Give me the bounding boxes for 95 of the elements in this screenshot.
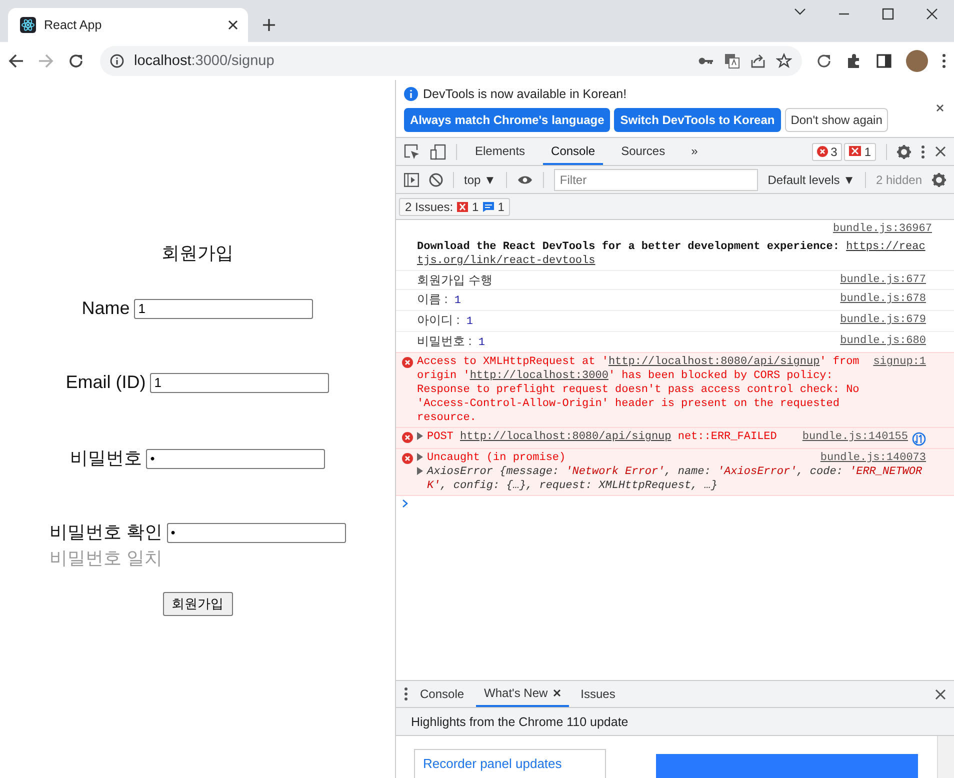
drawer-tab[interactable]: Issues (572, 681, 624, 707)
message-text: Uncaught (in promise) (427, 451, 567, 465)
message-text: 아이디 : 1 (417, 313, 474, 329)
key-icon[interactable] (698, 56, 714, 66)
prompt-chevron-icon (402, 499, 408, 508)
signup-title: 회원가입 (160, 242, 234, 265)
source-link[interactable]: bundle.js:36967 (408, 222, 932, 236)
source-link[interactable]: bundle.js:680 (840, 334, 926, 348)
error-icon (402, 432, 413, 443)
expand-triangle-icon[interactable] (417, 432, 423, 440)
address-bar[interactable]: localhost:3000/signup (100, 46, 802, 76)
close-icon[interactable] (228, 20, 238, 30)
expand-triangle-icon[interactable] (417, 467, 423, 475)
reload-icon[interactable] (68, 53, 84, 69)
issue-icon (457, 202, 468, 212)
password-field[interactable]: • (166, 522, 346, 542)
field-label: Email (ID) (66, 372, 146, 392)
source-link[interactable]: bundle.js:677 (840, 273, 926, 287)
message-text: 비밀번호 : 1 (417, 334, 486, 350)
more-vertical-icon[interactable] (942, 53, 946, 69)
network-request-icon[interactable] (912, 432, 926, 446)
context-selector[interactable]: top ▼ (464, 172, 496, 186)
close-icon[interactable] (926, 8, 938, 20)
hidden-count: 2 hidden (876, 172, 922, 186)
source-link[interactable]: bundle.js:679 (840, 313, 926, 327)
scrollbar[interactable] (937, 736, 954, 778)
info-circle-icon (110, 54, 124, 68)
settings-icon[interactable] (932, 172, 946, 186)
source-link[interactable]: signup:1 (873, 355, 926, 369)
banner-message: DevTools is now available in Korean! (423, 87, 627, 101)
filter-field[interactable]: Filter (554, 168, 758, 190)
expand-triangle-icon[interactable] (417, 453, 423, 461)
password-field[interactable]: • (146, 448, 326, 468)
match-message: 비밀번호 일치 (49, 547, 164, 570)
field-label: Name (82, 298, 130, 318)
clear-console-icon[interactable] (429, 172, 443, 186)
close-icon[interactable] (936, 104, 944, 112)
maximize-icon[interactable] (882, 8, 894, 20)
whats-new-heading: Highlights from the Chrome 110 update (396, 708, 954, 736)
panel-tab[interactable]: Elements (467, 138, 534, 165)
info-message-icon (482, 202, 494, 212)
profile-avatar[interactable] (906, 50, 928, 72)
sidebar-toggle-icon[interactable] (404, 172, 419, 186)
issue-counter[interactable]: 1 (844, 142, 876, 160)
drawer-tab[interactable]: Console (412, 681, 472, 707)
message-text: 회원가입 수행 (417, 273, 494, 287)
url-text: localhost:3000/signup (134, 53, 276, 69)
feature-card[interactable]: Recorder panel updates (414, 749, 606, 778)
panel-tab[interactable]: Sources (613, 138, 674, 165)
message-text: POST http://localhost:8080/api/signup net::ERR_FAILED (427, 430, 778, 444)
message-text: 이름 : 1 (417, 292, 462, 308)
close-icon[interactable] (935, 688, 946, 700)
info-icon (404, 87, 418, 101)
browser-tab[interactable]: React App (8, 8, 248, 42)
more-tabs[interactable]: » (683, 138, 706, 165)
error-counter[interactable]: 3 (812, 142, 842, 160)
issue-icon (849, 146, 862, 158)
error-object-text: AxiosError {message: 'Network Error', name: 'AxiosError', code: 'ERR_NETWORK', config: {…}, request: XMLHttpRequest, …} (427, 465, 924, 493)
source-link[interactable]: bundle.js:140073 (820, 451, 926, 465)
puzzle-icon[interactable] (846, 53, 862, 69)
settings-icon[interactable] (897, 144, 911, 158)
sidebar-icon[interactable] (876, 53, 892, 69)
error-icon (402, 357, 413, 368)
banner-button[interactable]: Switch DevTools to Korean (614, 108, 781, 132)
new-tab-plus-icon[interactable] (262, 18, 276, 32)
text-field[interactable]: 1 (150, 372, 330, 392)
more-vertical-icon[interactable] (404, 687, 408, 701)
share-icon[interactable] (750, 53, 766, 69)
reload-icon[interactable] (816, 53, 832, 69)
react-logo-icon (20, 17, 36, 33)
message-text: Access to XMLHttpRequest at 'http://localhost:8080/api/signup' from origin 'http://localhost:3000' has been blocked by CORS policy: Response to preflight request doesn't pass access control check: No 'Access-Control-Allow-Origin' header is present on the requested resource. (417, 355, 860, 425)
banner-button[interactable]: Don't show again (784, 108, 888, 132)
close-icon[interactable] (552, 689, 561, 697)
field-label: 비밀번호 확인 (49, 522, 162, 542)
text-field[interactable]: 1 (134, 298, 314, 318)
inspect-element-icon[interactable] (404, 144, 420, 160)
eye-icon[interactable] (516, 174, 533, 184)
more-vertical-icon[interactable] (921, 144, 925, 158)
source-link[interactable]: bundle.js:678 (840, 292, 926, 306)
signup-button[interactable]: 회원가입 (162, 592, 232, 616)
banner-button[interactable]: Always match Chrome's language (404, 108, 610, 132)
log-levels-dropdown[interactable]: Default levels ▼ (768, 172, 855, 186)
field-label: 비밀번호 (70, 448, 142, 468)
source-link[interactable]: bundle.js:140155 (802, 430, 908, 444)
back-arrow-icon[interactable] (8, 53, 24, 69)
close-icon[interactable] (935, 146, 946, 157)
chevron-down-icon[interactable] (794, 8, 806, 16)
error-icon (402, 453, 413, 464)
translate-icon[interactable] (724, 53, 740, 69)
issues-button[interactable]: 2 Issues: 1 1 (399, 198, 510, 216)
error-icon (816, 146, 828, 157)
message-text: Download the React DevTools for a better development experience: https://reactjs.org/link/react-devtools (417, 240, 926, 268)
tab-title: React App (44, 18, 103, 32)
device-toolbar-icon[interactable] (430, 144, 446, 160)
star-icon[interactable] (776, 53, 792, 69)
